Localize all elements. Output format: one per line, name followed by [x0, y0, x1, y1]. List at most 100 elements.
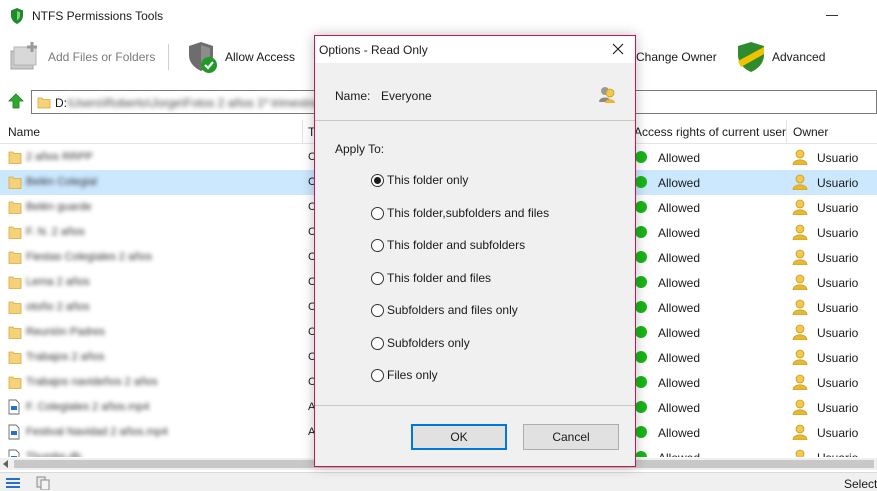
- status-bar: Selecte: [0, 472, 877, 491]
- user-icon: [792, 174, 808, 190]
- allowed-status-dot: [635, 301, 647, 313]
- user-icon: [792, 324, 808, 340]
- column-divider[interactable]: [302, 120, 303, 144]
- folder-icon: [8, 201, 22, 214]
- shield-stripe-icon: [738, 42, 764, 72]
- change-owner-button[interactable]: Change Owner: [636, 32, 717, 82]
- user-icon: [795, 449, 805, 457]
- owner-name: Usuario: [817, 351, 859, 365]
- owner-name: Usuario: [817, 251, 859, 265]
- folder-icon: [8, 301, 22, 314]
- radio-option[interactable]: This folder and subfolders: [371, 237, 525, 253]
- allow-access-button[interactable]: Allow Access: [187, 32, 295, 82]
- file-icon: [8, 424, 20, 440]
- toolbar-separator: [168, 44, 169, 70]
- ok-button[interactable]: OK: [411, 424, 507, 450]
- add-files-button[interactable]: Add Files or Folders: [10, 32, 155, 82]
- user-icon: [792, 349, 808, 365]
- owner-name: Usuario: [817, 376, 859, 390]
- dialog-divider: [315, 405, 635, 406]
- add-file-icon: [10, 42, 37, 70]
- path-rest: \Users\Roberto\Jorge\Fotos 2 años 1º tri…: [67, 96, 319, 110]
- file-name: Belén guarde: [26, 201, 92, 213]
- column-access[interactable]: Access rights of current user: [634, 125, 786, 139]
- folder-icon: [8, 251, 22, 264]
- radio-label: Subfolders and files only: [387, 303, 518, 317]
- allowed-status-dot: [635, 151, 647, 163]
- access-rights: Allowed: [658, 301, 701, 315]
- cancel-button[interactable]: Cancel: [523, 424, 619, 450]
- file-name: Trabajos 2 años: [26, 351, 105, 363]
- folder-icon: [8, 176, 22, 189]
- shield-check-icon: [189, 42, 217, 73]
- radio-button[interactable]: [371, 238, 384, 252]
- dialog-title: Options - Read Only: [319, 43, 428, 57]
- owner-name: Usuario: [817, 176, 859, 190]
- radio-label: This folder and files: [387, 271, 492, 285]
- column-divider[interactable]: [786, 120, 787, 144]
- user-icon: [792, 274, 808, 290]
- access-rights: Allowed: [658, 251, 701, 265]
- file-name: F. N. 2 años: [26, 226, 85, 238]
- file-name: Lema 2 años: [26, 276, 90, 288]
- access-rights: Allowed: [658, 226, 701, 240]
- allowed-status-dot: [635, 276, 647, 288]
- owner-name: Usuario: [817, 276, 859, 290]
- radio-button[interactable]: [371, 368, 384, 382]
- user-icon: [792, 374, 808, 390]
- column-name[interactable]: Name: [8, 125, 40, 139]
- file-icon: [8, 399, 20, 415]
- owner-name: Usuario: [817, 401, 859, 415]
- owner-name: Usuario: [817, 451, 858, 457]
- radio-option[interactable]: This folder only: [371, 172, 468, 188]
- close-icon[interactable]: [609, 41, 627, 57]
- file-name: Thumbs.db: [26, 451, 82, 457]
- user-icon: [792, 399, 808, 415]
- access-rights: Allowed: [658, 451, 700, 457]
- advanced-button[interactable]: Advanced: [736, 32, 825, 82]
- file-name: Belén Colegial: [26, 176, 97, 188]
- allowed-status-dot: [635, 326, 647, 338]
- minimize-button[interactable]: [826, 15, 838, 16]
- radio-label: This folder only: [387, 173, 469, 187]
- path-drive: D:: [55, 96, 67, 110]
- radio-option[interactable]: Subfolders and files only: [371, 302, 518, 318]
- radio-label: This folder and subfolders: [387, 238, 526, 252]
- user-group-icon: [599, 87, 615, 103]
- access-rights: Allowed: [658, 351, 701, 365]
- advanced-label: Advanced: [772, 50, 826, 64]
- radio-button[interactable]: [371, 336, 384, 350]
- allowed-status-dot: [635, 176, 647, 188]
- radio-button[interactable]: [371, 303, 384, 317]
- radio-option[interactable]: This folder,subfolders and files: [371, 205, 549, 221]
- folder-icon: [8, 276, 22, 289]
- list-view-icon[interactable]: [6, 478, 20, 488]
- green-up-arrow-icon[interactable]: [8, 93, 24, 109]
- change-owner-label: Change Owner: [636, 50, 717, 64]
- dialog-titlebar: Options - Read Only: [315, 36, 635, 63]
- owner-name: Usuario: [817, 426, 859, 440]
- radio-button[interactable]: [371, 271, 384, 285]
- file-name: otoño 2 años: [26, 301, 90, 313]
- copy-icon[interactable]: [36, 476, 50, 490]
- path-text: D:\Users\Roberto\Jorge\Fotos 2 años 1º t…: [55, 96, 318, 110]
- user-icon: [792, 224, 808, 240]
- radio-button[interactable]: [371, 206, 384, 220]
- radio-button[interactable]: [371, 173, 384, 187]
- access-rights: Allowed: [658, 201, 701, 215]
- folder-icon: [37, 97, 51, 109]
- folder-icon: [8, 351, 22, 364]
- allowed-status-dot: [635, 401, 647, 413]
- radio-option[interactable]: This folder and files: [371, 270, 491, 286]
- file-name: Fiestas Colegiales 2 años: [26, 251, 152, 263]
- access-rights: Allowed: [658, 376, 701, 390]
- radio-option[interactable]: Files only: [371, 367, 438, 383]
- allowed-status-dot: [635, 351, 647, 363]
- column-owner[interactable]: Owner: [793, 125, 828, 139]
- access-rights: Allowed: [658, 401, 701, 415]
- user-icon: [792, 299, 808, 315]
- radio-label: Files only: [387, 368, 438, 382]
- radio-option[interactable]: Subfolders only: [371, 335, 470, 351]
- add-files-label: Add Files or Folders: [48, 50, 156, 64]
- scroll-left-arrow[interactable]: [3, 460, 8, 468]
